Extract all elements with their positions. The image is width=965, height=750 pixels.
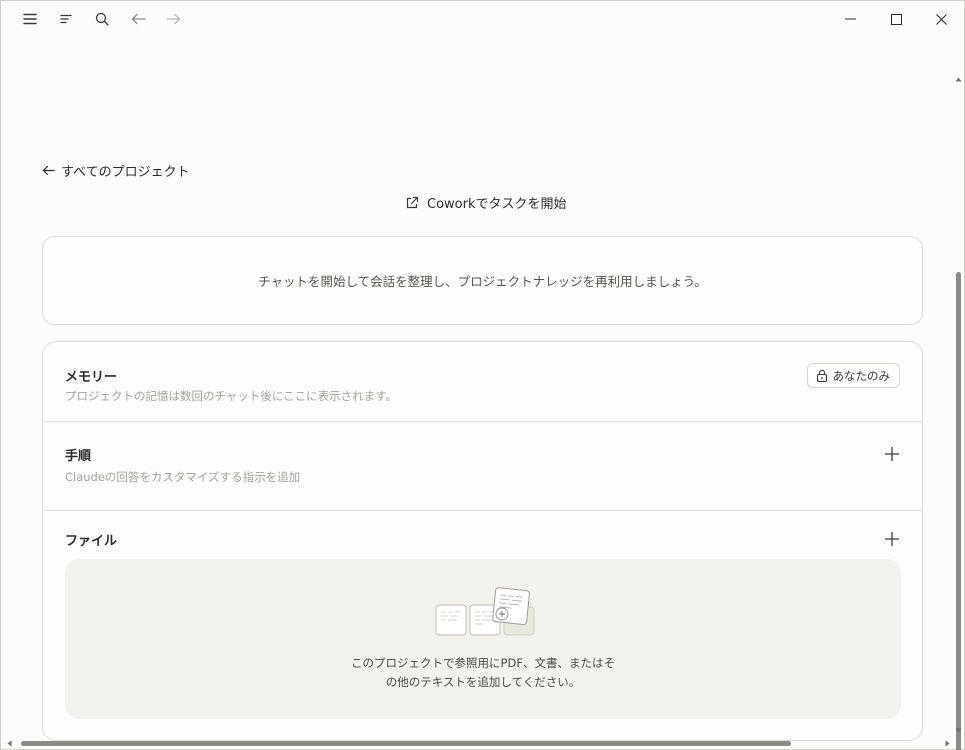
vertical-scrollbar[interactable] <box>953 37 963 750</box>
add-file-button[interactable] <box>884 531 900 547</box>
horizontal-scroll-thumb[interactable] <box>21 741 791 746</box>
file-drop-zone[interactable]: このプロジェクトで参照用にPDF、文書、またはそ の他のテキストを追加してくださ… <box>65 559 901 719</box>
plus-icon <box>884 531 900 547</box>
add-instructions-button[interactable] <box>884 446 900 462</box>
file-drop-instructions: このプロジェクトで参照用にPDF、文書、またはそ の他のテキストを追加してくださ… <box>65 654 901 692</box>
files-title: ファイル <box>65 534 118 549</box>
start-chat-prompt: チャットを開始して会話を整理し、プロジェクトナレッジを再利用しましょう。 <box>258 274 707 289</box>
minimize-icon[interactable] <box>827 1 873 37</box>
divider <box>43 421 922 422</box>
menu-icon[interactable] <box>18 7 42 31</box>
divider <box>43 510 922 511</box>
scroll-up-icon[interactable] <box>955 77 962 82</box>
back-arrow-icon[interactable] <box>126 7 150 31</box>
project-knowledge-panel: メモリー プロジェクトの記憶は数回のチャット後にここに表示されます。 あなたのみ… <box>42 341 923 741</box>
back-to-projects-link[interactable]: すべてのプロジェクト <box>42 161 190 180</box>
visibility-label: あなたのみ <box>832 368 891 383</box>
lock-icon <box>816 369 827 382</box>
file-drop-line-2: の他のテキストを追加してください。 <box>385 675 581 689</box>
arrow-left-icon <box>42 165 55 176</box>
cowork-start-button[interactable]: Coworkでタスクを開始 <box>405 193 567 212</box>
scroll-down-icon[interactable] <box>955 728 962 733</box>
visibility-badge[interactable]: あなたのみ <box>806 363 900 388</box>
horizontal-scrollbar[interactable] <box>1 738 964 748</box>
plus-icon <box>884 446 900 462</box>
close-icon[interactable] <box>918 1 964 37</box>
app-window: すべてのプロジェクト Coworkでタスクを開始 チャットを開始して会話を整理し… <box>0 0 965 750</box>
documents-illustration-icon <box>435 587 535 636</box>
sidebar-toggle-icon[interactable] <box>54 7 78 31</box>
back-link-label: すべてのプロジェクト <box>61 165 190 180</box>
cowork-label: Coworkでタスクを開始 <box>427 197 567 212</box>
maximize-icon[interactable] <box>873 1 919 37</box>
scroll-right-icon[interactable] <box>945 740 950 747</box>
search-icon[interactable] <box>90 7 114 31</box>
file-drop-line-1: このプロジェクトで参照用にPDF、文書、またはそ <box>351 656 615 670</box>
scroll-left-icon[interactable] <box>7 740 12 747</box>
memory-title: メモリー <box>65 370 118 385</box>
instructions-title: 手順 <box>65 449 92 464</box>
start-chat-card[interactable]: チャットを開始して会話を整理し、プロジェクトナレッジを再利用しましょう。 <box>42 236 923 325</box>
instructions-subtitle: Claudeの回答をカスタマイズする指示を追加 <box>65 470 301 484</box>
title-bar <box>1 1 964 37</box>
external-link-icon <box>406 196 419 208</box>
memory-subtitle: プロジェクトの記憶は数回のチャット後にここに表示されます。 <box>65 389 398 403</box>
vertical-scroll-thumb[interactable] <box>956 272 961 750</box>
forward-arrow-icon[interactable] <box>161 7 185 31</box>
